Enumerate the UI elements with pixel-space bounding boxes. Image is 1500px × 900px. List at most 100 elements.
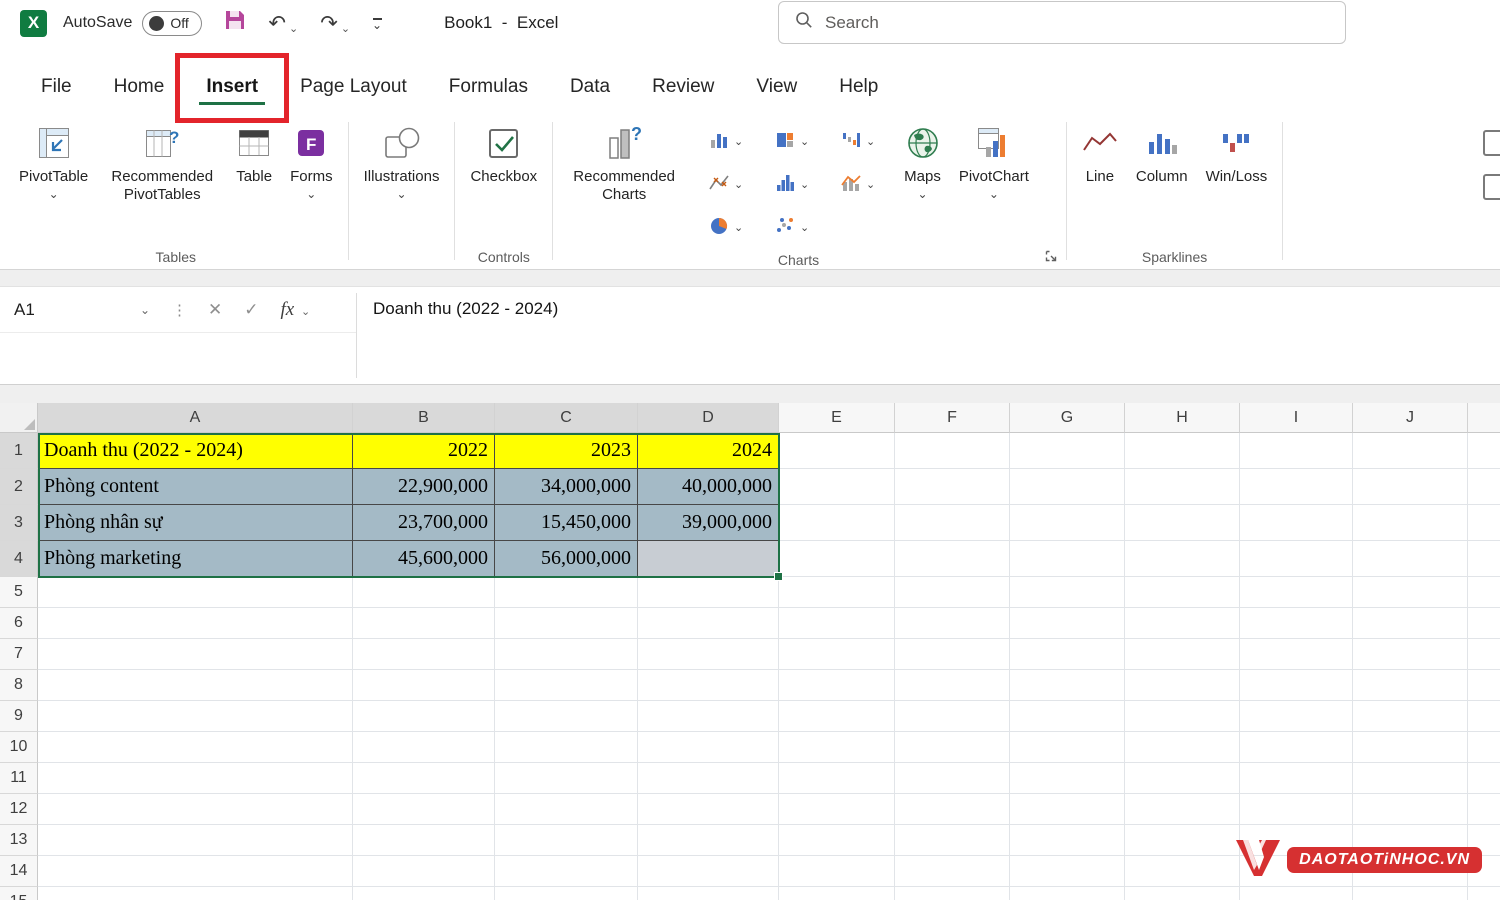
tab-home[interactable]: Home: [93, 65, 186, 109]
insert-bar-chart-button[interactable]: ⌄: [759, 163, 825, 206]
cell-H4[interactable]: [1125, 541, 1240, 577]
cell-E10[interactable]: [779, 732, 895, 763]
cell-A11[interactable]: [38, 763, 353, 794]
save-button[interactable]: [224, 9, 246, 37]
cell-D3[interactable]: 39,000,000: [638, 505, 779, 541]
cell-F13[interactable]: [895, 825, 1010, 856]
cell-J15[interactable]: [1353, 887, 1468, 900]
cell-B3[interactable]: 23,700,000: [353, 505, 495, 541]
cell-C2[interactable]: 34,000,000: [495, 469, 638, 505]
cell-H10[interactable]: [1125, 732, 1240, 763]
undo-button[interactable]: ↶ ⌄: [268, 11, 298, 36]
cell-D13[interactable]: [638, 825, 779, 856]
cell-F3[interactable]: [895, 505, 1010, 541]
cell-I1[interactable]: [1240, 433, 1353, 469]
insert-function-button[interactable]: fx ⌄: [270, 299, 322, 321]
cell-G14[interactable]: [1010, 856, 1125, 887]
sparkline-line-button[interactable]: Line: [1073, 114, 1127, 188]
cell-E3[interactable]: [779, 505, 895, 541]
cell-B13[interactable]: [353, 825, 495, 856]
cell-A6[interactable]: [38, 608, 353, 639]
forms-button[interactable]: F Forms ⌄: [281, 114, 342, 200]
cell-E4[interactable]: [779, 541, 895, 577]
cell-G7[interactable]: [1010, 639, 1125, 670]
row-header-5[interactable]: 5: [0, 577, 38, 608]
insert-waterfall-chart-button[interactable]: ⌄: [825, 120, 891, 163]
cell-C3[interactable]: 15,450,000: [495, 505, 638, 541]
cell-B1[interactable]: 2022: [353, 433, 495, 469]
cell-A9[interactable]: [38, 701, 353, 732]
cell-D11[interactable]: [638, 763, 779, 794]
cell-J1[interactable]: [1353, 433, 1468, 469]
sparkline-column-button[interactable]: Column: [1127, 114, 1197, 188]
cell-D6[interactable]: [638, 608, 779, 639]
row-header-9[interactable]: 9: [0, 701, 38, 732]
cell-A15[interactable]: [38, 887, 353, 900]
cell-J12[interactable]: [1353, 794, 1468, 825]
cell-B4[interactable]: 45,600,000: [353, 541, 495, 577]
cell-E9[interactable]: [779, 701, 895, 732]
cell-J11[interactable]: [1353, 763, 1468, 794]
cell-G5[interactable]: [1010, 577, 1125, 608]
cell-D8[interactable]: [638, 670, 779, 701]
row-header-15[interactable]: 15: [0, 887, 38, 900]
recommended-charts-button[interactable]: ? Recommended Charts: [559, 114, 689, 206]
cell-A12[interactable]: [38, 794, 353, 825]
cell-E12[interactable]: [779, 794, 895, 825]
cell-E8[interactable]: [779, 670, 895, 701]
name-box-resize-handle[interactable]: ⋮: [162, 301, 197, 319]
cell-I2[interactable]: [1240, 469, 1353, 505]
cell-C7[interactable]: [495, 639, 638, 670]
tab-formulas[interactable]: Formulas: [428, 65, 549, 109]
cell-G10[interactable]: [1010, 732, 1125, 763]
clipped-ribbon-icon[interactable]: [1483, 174, 1500, 200]
cell-D2[interactable]: 40,000,000: [638, 469, 779, 505]
cell-B15[interactable]: [353, 887, 495, 900]
pivottable-button[interactable]: PivotTable ⌄: [10, 114, 97, 200]
cell-C13[interactable]: [495, 825, 638, 856]
cell-D10[interactable]: [638, 732, 779, 763]
cell-F8[interactable]: [895, 670, 1010, 701]
search-box[interactable]: Search: [778, 1, 1346, 44]
cell-A14[interactable]: [38, 856, 353, 887]
cell-G9[interactable]: [1010, 701, 1125, 732]
tab-help[interactable]: Help: [818, 65, 899, 109]
cell-E13[interactable]: [779, 825, 895, 856]
cell-F9[interactable]: [895, 701, 1010, 732]
cell-F2[interactable]: [895, 469, 1010, 505]
cell-I15[interactable]: [1240, 887, 1353, 900]
col-header-C[interactable]: C: [495, 403, 638, 433]
fill-handle[interactable]: [774, 572, 783, 581]
cell-G4[interactable]: [1010, 541, 1125, 577]
cell-F15[interactable]: [895, 887, 1010, 900]
cell-G12[interactable]: [1010, 794, 1125, 825]
cell-C6[interactable]: [495, 608, 638, 639]
cell-F1[interactable]: [895, 433, 1010, 469]
col-header-E[interactable]: E: [779, 403, 895, 433]
cell-H2[interactable]: [1125, 469, 1240, 505]
cell-I10[interactable]: [1240, 732, 1353, 763]
cell-I3[interactable]: [1240, 505, 1353, 541]
row-header-6[interactable]: 6: [0, 608, 38, 639]
cell-C9[interactable]: [495, 701, 638, 732]
cell-E7[interactable]: [779, 639, 895, 670]
cell-H7[interactable]: [1125, 639, 1240, 670]
cell-D9[interactable]: [638, 701, 779, 732]
cell-H6[interactable]: [1125, 608, 1240, 639]
cell-F14[interactable]: [895, 856, 1010, 887]
cell-J7[interactable]: [1353, 639, 1468, 670]
col-header-I[interactable]: I: [1240, 403, 1353, 433]
cell-I5[interactable]: [1240, 577, 1353, 608]
cell-J2[interactable]: [1353, 469, 1468, 505]
cell-I6[interactable]: [1240, 608, 1353, 639]
tab-view[interactable]: View: [735, 65, 818, 109]
cell-G11[interactable]: [1010, 763, 1125, 794]
cell-F6[interactable]: [895, 608, 1010, 639]
insert-pie-chart-button[interactable]: ⌄: [693, 206, 759, 249]
sparkline-winloss-button[interactable]: Win/Loss: [1197, 114, 1277, 188]
cell-B7[interactable]: [353, 639, 495, 670]
cell-A1[interactable]: Doanh thu (2022 - 2024): [38, 433, 353, 469]
cell-A5[interactable]: [38, 577, 353, 608]
cell-B9[interactable]: [353, 701, 495, 732]
cell-D4[interactable]: [638, 541, 779, 577]
